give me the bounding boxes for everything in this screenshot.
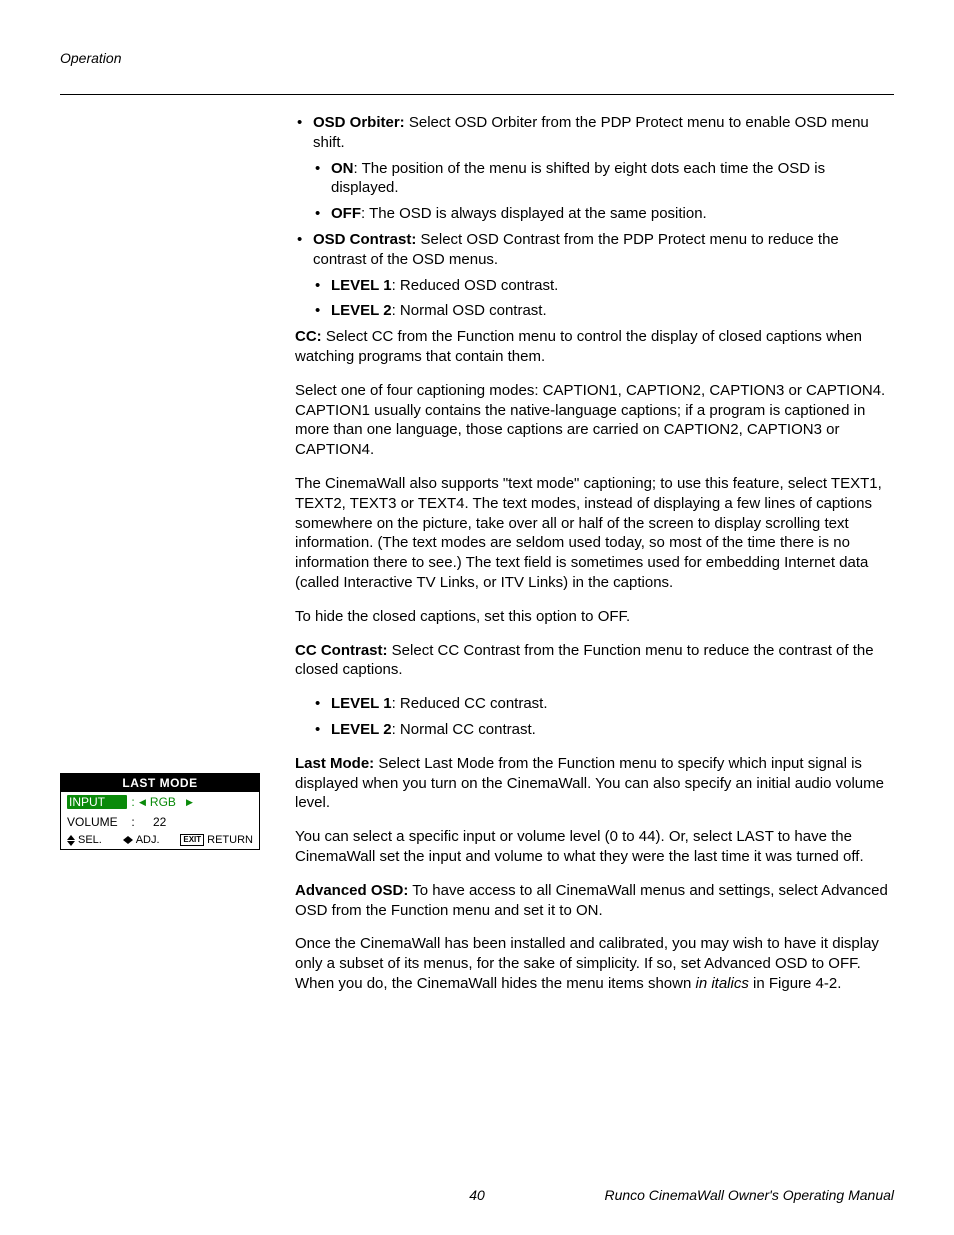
para-cc-contrast: CC Contrast: Select CC Contrast from the… — [295, 641, 894, 681]
header-rule — [60, 94, 894, 95]
para-cc-modes: Select one of four captioning modes: CAP… — [295, 381, 894, 460]
page-header: Operation — [60, 50, 894, 66]
page-footer: 40 Runco CinemaWall Owner's Operating Ma… — [60, 1187, 894, 1203]
text: : Normal CC contrast. — [392, 721, 536, 738]
osd-widget: LAST MODE INPUT : ◀ RGB ▶ VOLUME : 22 — [60, 773, 260, 850]
text: : The OSD is always displayed at the sam… — [361, 205, 707, 222]
bullet-osd-orbiter: OSD Orbiter: Select OSD Orbiter from the… — [295, 113, 894, 224]
osd-value-text: 22 — [153, 815, 166, 829]
label: CC Contrast: — [295, 642, 388, 659]
text: Select Last Mode from the Function menu … — [295, 755, 884, 812]
label: LEVEL 1 — [331, 695, 392, 712]
osd-row-volume: VOLUME : 22 — [61, 812, 259, 832]
osd-title: LAST MODE — [61, 774, 259, 792]
label: LEVEL 1 — [331, 277, 392, 294]
osd-key: INPUT — [67, 795, 127, 809]
bullet-level1: LEVEL 1: Reduced OSD contrast. — [313, 276, 894, 296]
para-adv-osd-2: Once the CinemaWall has been installed a… — [295, 934, 894, 993]
text: : The position of the menu is shifted by… — [331, 160, 825, 197]
text: : Reduced OSD contrast. — [392, 277, 559, 294]
label: OSD Orbiter: — [313, 114, 405, 131]
para-last-mode: Last Mode: Select Last Mode from the Fun… — [295, 754, 894, 813]
osd-value: ◀ RGB ▶ — [139, 795, 253, 809]
osd-return-label: RETURN — [207, 834, 253, 846]
page-number: 40 — [60, 1187, 894, 1203]
label: LEVEL 2 — [331, 302, 392, 319]
para-cc: CC: Select CC from the Function menu to … — [295, 327, 894, 367]
para-cc-hide: To hide the closed captions, set this op… — [295, 607, 894, 627]
bullet-osd-contrast: OSD Contrast: Select OSD Contrast from t… — [295, 230, 894, 321]
label: Last Mode: — [295, 755, 374, 772]
osd-sep: : — [127, 795, 139, 809]
osd-value: 22 — [139, 815, 253, 829]
label: OSD Contrast: — [313, 231, 416, 248]
osd-sel-label: SEL. — [78, 834, 102, 846]
text: Select CC from the Function menu to cont… — [295, 328, 862, 365]
bullet-level2: LEVEL 2: Normal OSD contrast. — [313, 301, 894, 321]
osd-footer: SEL. ADJ. EXIT RETURN — [61, 832, 259, 849]
triangle-right-icon: ▶ — [186, 797, 193, 808]
italic-text: in italics — [695, 975, 748, 992]
bullet-on: ON: The position of the menu is shifted … — [313, 159, 894, 199]
osd-sep: : — [127, 815, 139, 829]
bullet-cc-level1: LEVEL 1: Reduced CC contrast. — [313, 694, 894, 714]
osd-value-text: RGB — [150, 795, 176, 809]
osd-key: VOLUME — [67, 815, 127, 829]
bullet-off: OFF: The OSD is always displayed at the … — [313, 204, 894, 224]
triangle-left-icon: ◀ — [139, 797, 146, 808]
para-cc-text: The CinemaWall also supports "text mode"… — [295, 474, 894, 593]
text: : Reduced CC contrast. — [392, 695, 548, 712]
label: LEVEL 2 — [331, 721, 392, 738]
label: Advanced OSD: — [295, 882, 408, 899]
para-last-mode-2: You can select a specific input or volum… — [295, 827, 894, 867]
label: OFF — [331, 205, 361, 222]
bullet-cc-level2: LEVEL 2: Normal CC contrast. — [313, 720, 894, 740]
left-right-icon — [123, 836, 133, 844]
up-down-icon — [67, 835, 75, 846]
exit-icon: EXIT — [180, 834, 204, 846]
osd-adj-label: ADJ. — [136, 834, 160, 846]
label: ON — [331, 160, 354, 177]
para-adv-osd: Advanced OSD: To have access to all Cine… — [295, 881, 894, 921]
body-text: OSD Orbiter: Select OSD Orbiter from the… — [295, 113, 894, 1008]
text: : Normal OSD contrast. — [392, 302, 547, 319]
label: CC: — [295, 328, 322, 345]
osd-row-input: INPUT : ◀ RGB ▶ — [61, 792, 259, 812]
text: in Figure 4-2. — [749, 975, 842, 992]
